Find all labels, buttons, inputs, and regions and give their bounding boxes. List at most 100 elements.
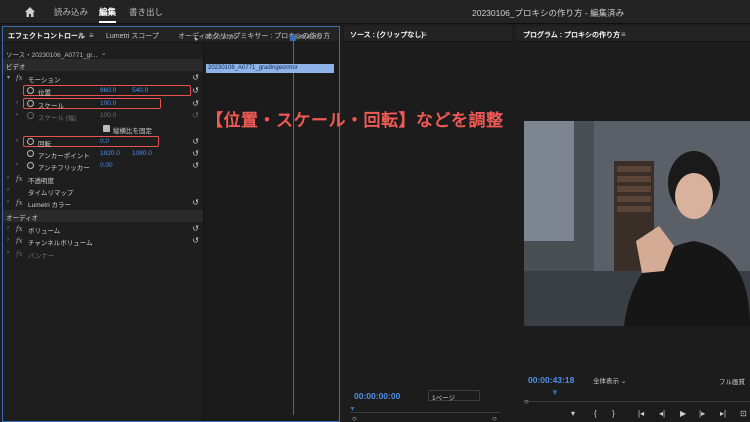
effect-controls-panel: エフェクトコントロール ≡ Lumetri スコープ オーディオクリップミキサー…	[2, 26, 340, 422]
home-icon[interactable]	[24, 6, 36, 18]
rotation-value[interactable]: 0.0	[100, 138, 109, 145]
expand-icon[interactable]: ›	[7, 250, 9, 256]
motion-row[interactable]: ▾ fx モーション ↺	[3, 72, 203, 84]
channel-volume-row[interactable]: › fx チャンネルボリューム ↺	[3, 235, 203, 247]
antiflicker-value[interactable]: 0.00	[100, 162, 113, 169]
fx-icon[interactable]: fx	[16, 74, 23, 82]
expand-icon[interactable]: ›	[7, 199, 9, 205]
source-timecode[interactable]: 00:00:00:00	[354, 391, 400, 401]
position-y-value[interactable]: 540.0	[132, 87, 148, 94]
expand-icon[interactable]: ›	[7, 175, 9, 181]
source-scrub-bar[interactable]	[350, 412, 500, 413]
volume-label: ボリューム	[28, 228, 61, 235]
channel-volume-label: チャンネルボリューム	[28, 240, 93, 247]
panel-menu-icon[interactable]: ≡	[422, 30, 427, 39]
video-frame-image	[524, 121, 750, 326]
reset-icon[interactable]: ↺	[192, 149, 199, 158]
lumetri-row[interactable]: › fx Lumetri カラー ↺	[3, 197, 203, 209]
scale-row[interactable]: › スケール 100.0 ↺	[3, 98, 203, 110]
source-clip-row[interactable]: ソース・20230106_A0771_gr... ⌄	[3, 47, 203, 59]
fx-icon[interactable]: fx	[16, 237, 23, 245]
program-timecode[interactable]: 00:00:43:18	[528, 375, 574, 385]
stopwatch-icon[interactable]	[27, 87, 34, 94]
fx-icon[interactable]: fx	[16, 175, 23, 183]
expand-icon: ›	[16, 112, 18, 118]
reset-icon[interactable]: ↺	[192, 137, 199, 146]
uniform-scale-checkbox[interactable]	[103, 125, 110, 132]
source-in-icon[interactable]: ○	[352, 414, 357, 422]
anchor-row[interactable]: アンカーポイント 1920.0 1080.0 ↺	[3, 148, 203, 160]
reset-icon[interactable]: ↺	[192, 86, 199, 95]
opacity-label: 不透明度	[28, 178, 54, 185]
anchor-y-value[interactable]: 1080.0	[132, 150, 152, 157]
stopwatch-icon[interactable]	[27, 138, 34, 145]
mark-in-bracket-icon[interactable]: {	[594, 409, 597, 418]
tab-export[interactable]: 書き出し	[129, 6, 163, 18]
program-playhead-icon[interactable]: ▼	[551, 388, 559, 397]
effect-timeline[interactable]: ▸ 00;00;30;00 00;00;45;00 20230106_A0771…	[195, 35, 339, 421]
expand-icon[interactable]: ▾	[7, 74, 10, 81]
step-back-icon[interactable]: ◂|	[659, 409, 665, 418]
anchor-x-value[interactable]: 1920.0	[100, 150, 120, 157]
go-to-out-icon[interactable]: ▸|	[720, 409, 726, 418]
position-row[interactable]: 位置 960.0 540.0 ↺	[3, 85, 203, 97]
stopwatch-icon[interactable]	[27, 162, 34, 169]
effect-properties: ソース・20230106_A0771_gr... ⌄ ビデオ ▾ fx モーショ…	[3, 44, 203, 421]
expand-icon[interactable]: ›	[16, 100, 18, 106]
fx-icon[interactable]: fx	[16, 225, 23, 233]
rotation-row[interactable]: › 回転 0.0 ↺	[3, 136, 203, 148]
panner-row[interactable]: › fx パンナー	[3, 248, 203, 261]
timeline-play-icon[interactable]: ▸	[195, 35, 199, 43]
program-scrub-bar[interactable]	[524, 401, 750, 402]
stopwatch-icon[interactable]	[27, 150, 34, 157]
expand-icon[interactable]: ›	[7, 237, 9, 243]
source-dropdown-icon[interactable]: ⌄	[101, 49, 106, 57]
reset-icon[interactable]: ↺	[192, 224, 199, 233]
tab-effect-controls[interactable]: エフェクトコントロール	[8, 31, 85, 41]
playhead-handle[interactable]	[290, 35, 296, 41]
fit-dropdown[interactable]: 全体表示 ⌄	[590, 374, 642, 385]
source-monitor: ソース : (クリップなし) ≡ 00:00:00:00 1ページ ▼ ○ ○	[344, 26, 512, 422]
volume-row[interactable]: › fx ボリューム ↺	[3, 223, 203, 235]
source-title[interactable]: ソース : (クリップなし)	[350, 30, 424, 40]
opacity-row[interactable]: › fx 不透明度	[3, 173, 203, 186]
insert-icon[interactable]: ⊡	[740, 409, 747, 418]
scale-label: スケール	[38, 103, 64, 110]
tab-edit[interactable]: 編集	[99, 6, 117, 23]
panel-menu-icon[interactable]: ≡	[621, 30, 626, 39]
panel-menu-icon[interactable]: ≡	[89, 31, 94, 40]
expand-icon[interactable]: ›	[7, 187, 9, 193]
reset-icon[interactable]: ↺	[192, 198, 199, 207]
uniform-scale-row[interactable]: 縦横比を固定	[3, 123, 203, 135]
position-x-value[interactable]: 960.0	[100, 87, 116, 94]
fx-icon[interactable]: fx	[16, 199, 23, 207]
antiflicker-row[interactable]: › アンチフリッカー 0.00 ↺	[3, 160, 203, 172]
reset-icon[interactable]: ↺	[192, 73, 199, 82]
playhead[interactable]	[293, 38, 294, 415]
clip-bar[interactable]: 20230106_A0771_gradingeormor	[206, 64, 334, 73]
mark-in-icon[interactable]: ▾	[571, 409, 575, 418]
step-forward-icon[interactable]: |▸	[699, 409, 705, 418]
play-icon[interactable]: ▶	[680, 409, 686, 418]
quality-dropdown[interactable]: フル画質	[719, 376, 745, 386]
stopwatch-icon[interactable]	[27, 100, 34, 107]
source-playhead-icon[interactable]: ▼	[349, 406, 356, 413]
program-panel-header: プログラム : プロキシの作り方 ≡	[516, 26, 750, 42]
expand-icon[interactable]: ›	[16, 138, 18, 144]
mark-out-bracket-icon[interactable]: }	[612, 409, 615, 418]
page-dropdown[interactable]: 1ページ	[428, 390, 480, 402]
go-to-in-icon[interactable]: |◂	[638, 409, 644, 418]
time-remap-row[interactable]: › タイムリマップ	[3, 185, 203, 197]
program-in-icon[interactable]: ○	[524, 397, 529, 406]
expand-icon[interactable]: ›	[16, 162, 18, 168]
tab-import[interactable]: 読み込み	[54, 6, 88, 18]
source-out-icon[interactable]: ○	[492, 414, 497, 422]
reset-icon[interactable]: ↺	[192, 99, 199, 108]
expand-icon[interactable]: ›	[7, 225, 9, 231]
scale-value[interactable]: 100.0	[100, 100, 116, 107]
program-video-frame[interactable]	[524, 121, 750, 326]
tab-lumetri-scopes[interactable]: Lumetri スコープ	[106, 31, 159, 41]
reset-icon[interactable]: ↺	[192, 161, 199, 170]
program-title[interactable]: プログラム : プロキシの作り方	[523, 30, 620, 40]
reset-icon[interactable]: ↺	[192, 236, 199, 245]
